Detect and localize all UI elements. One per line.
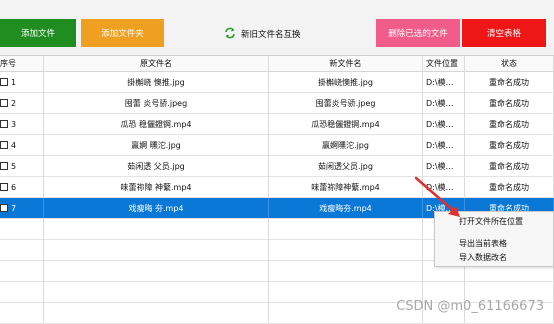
watermark: CSDN @m0_61166673 (396, 299, 544, 314)
red-arrow-annotation (414, 176, 460, 217)
